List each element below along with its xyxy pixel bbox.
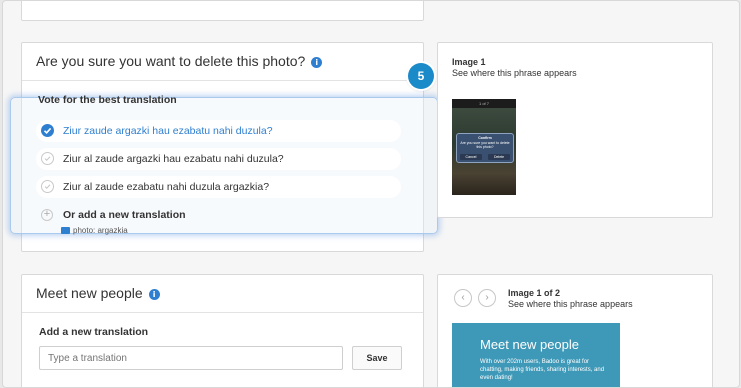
- tour-step-badge: 5: [408, 63, 434, 89]
- add-translation-row[interactable]: + Or add a new translation: [41, 208, 341, 224]
- glossary-hint: photo: argazkia: [61, 226, 128, 235]
- add-translation-label: Add a new translation: [39, 326, 149, 338]
- plus-icon: +: [41, 209, 53, 221]
- vote-label: Vote for the best translation: [38, 94, 177, 106]
- image-title: Image 1: [452, 57, 486, 67]
- translation-input[interactable]: [39, 346, 343, 370]
- previous-card: [21, 1, 424, 21]
- info-icon[interactable]: i: [311, 57, 323, 68]
- next-image-button[interactable]: ›: [478, 289, 496, 307]
- translation-option-text: Ziur al zaude ezabatu nahi duzula argazk…: [63, 181, 270, 193]
- image-title: Image 1 of 2: [508, 288, 561, 298]
- phrase-card-meet-people: Meet new people i Add a new translation S…: [21, 274, 424, 387]
- phrase-header: Meet new people i: [22, 275, 423, 313]
- info-icon[interactable]: i: [148, 289, 160, 300]
- phone-delete: Delete: [488, 154, 510, 160]
- promo-heading: Meet new people: [480, 337, 580, 352]
- translation-panel: Are you sure you want to delete this pho…: [2, 0, 740, 388]
- image-card: Image 1 See where this phrase appears 1 …: [437, 42, 713, 218]
- phrase-header: Are you sure you want to delete this pho…: [22, 43, 423, 81]
- book-icon: [61, 227, 70, 234]
- translation-option-1[interactable]: Ziur zaude argazki hau ezabatu nahi duzu…: [36, 120, 401, 142]
- image-subtitle: See where this phrase appears: [508, 299, 633, 309]
- translation-option-text: Ziur al zaude argazki hau ezabatu nahi d…: [63, 153, 284, 165]
- add-translation-label: Or add a new translation: [63, 209, 186, 221]
- translation-option-2[interactable]: Ziur al zaude argazki hau ezabatu nahi d…: [36, 148, 401, 170]
- translation-option-3[interactable]: Ziur al zaude ezabatu nahi duzula argazk…: [36, 176, 401, 198]
- check-empty-icon: [41, 180, 54, 193]
- phone-dialog: Confirm Are you sure you want to delete …: [456, 133, 514, 163]
- promo-body: With over 202m users, Badoo is great for…: [480, 359, 605, 381]
- save-button[interactable]: Save: [352, 346, 402, 370]
- check-selected-icon: [41, 124, 54, 137]
- translation-option-text: Ziur zaude argazki hau ezabatu nahi duzu…: [63, 125, 273, 137]
- phone-dialog-body: Are you sure you want to delete this pho…: [460, 141, 510, 149]
- phrase-title: Are you sure you want to delete this pho…: [36, 53, 306, 69]
- promo-screenshot[interactable]: Meet new people With over 202m users, Ba…: [452, 323, 620, 387]
- check-empty-icon: [41, 152, 54, 165]
- prev-image-button[interactable]: ‹: [454, 289, 472, 307]
- phone-screenshot[interactable]: 1 of 7 Confirm Are you sure you want to …: [452, 99, 516, 195]
- phrase-title: Meet new people: [36, 285, 143, 301]
- image-card: ‹ › Image 1 of 2 See where this phrase a…: [437, 274, 713, 387]
- vote-section: Vote for the best translation Ziur zaude…: [21, 94, 424, 244]
- phone-header: 1 of 7: [452, 99, 516, 108]
- phone-cancel: Cancel: [460, 154, 482, 160]
- image-subtitle: See where this phrase appears: [452, 68, 577, 78]
